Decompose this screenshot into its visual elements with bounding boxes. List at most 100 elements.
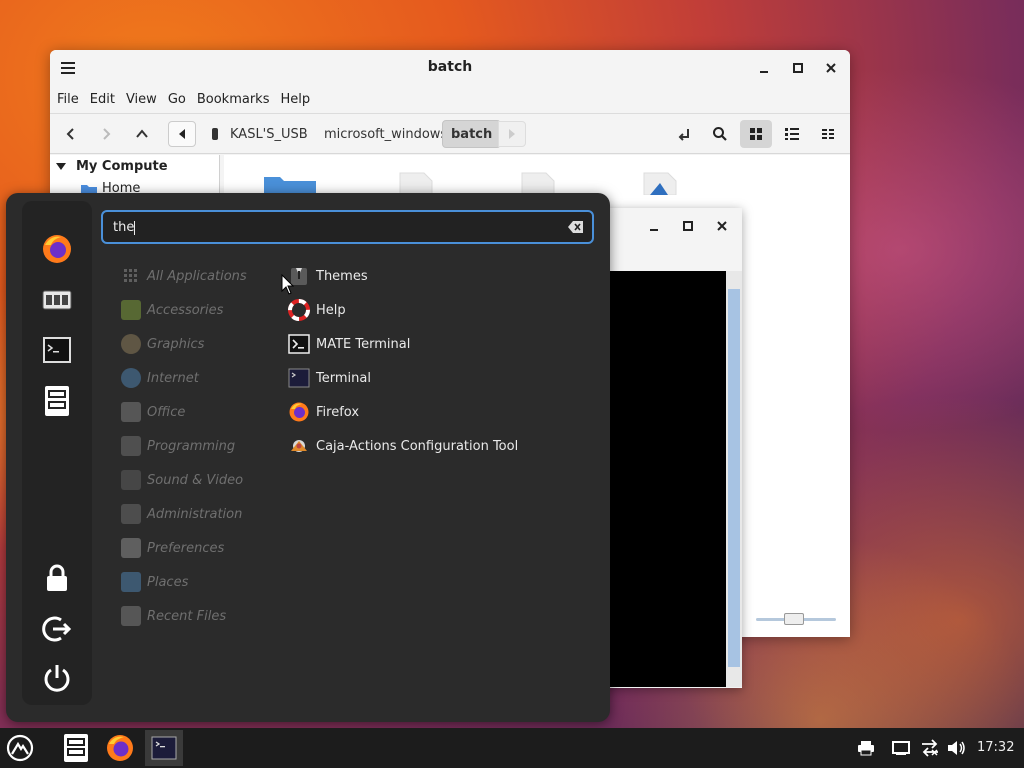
multimedia-icon (121, 470, 141, 490)
category-places[interactable]: Places (121, 570, 188, 594)
location-toggle-icon[interactable] (668, 120, 700, 148)
minimize-icon[interactable] (752, 56, 776, 80)
shutdown-button[interactable] (39, 660, 75, 696)
terminal-screen[interactable] (590, 271, 726, 687)
sidebar-section-computer[interactable]: My Compute (56, 159, 168, 174)
search-input[interactable]: the (101, 210, 594, 244)
favorite-control-center[interactable] (39, 282, 75, 318)
search-value: the (113, 220, 135, 235)
path-usb[interactable]: KASL'S_USB (210, 120, 308, 148)
list-view-icon[interactable] (776, 120, 808, 148)
path-microsoft-windows[interactable]: microsoft_windows (324, 120, 447, 148)
menu-button[interactable] (1, 730, 39, 766)
caja-actions-icon (288, 435, 310, 457)
menu-go[interactable]: Go (168, 92, 186, 107)
tools-icon (121, 504, 141, 524)
category-programming[interactable]: Programming (121, 434, 235, 458)
usb-drive-icon (212, 128, 218, 140)
close-icon[interactable] (819, 56, 843, 80)
display-status[interactable] (890, 738, 912, 758)
clock[interactable]: 17:32 (977, 740, 1014, 755)
category-administration[interactable]: Administration (121, 502, 242, 526)
taskbar-file-manager[interactable] (57, 730, 95, 766)
file-icon[interactable] (516, 171, 560, 195)
volume-control[interactable] (946, 738, 968, 758)
category-preferences[interactable]: Preferences (121, 536, 224, 560)
favorite-firefox[interactable] (39, 231, 75, 267)
file-manager-icon (64, 734, 88, 762)
terminal-scrollbar[interactable] (726, 271, 742, 687)
network-icon (922, 739, 938, 757)
result-mate-terminal[interactable]: MATE Terminal (288, 331, 410, 357)
menu-view[interactable]: View (126, 92, 157, 107)
category-label: Administration (147, 506, 243, 522)
printer-icon (858, 741, 874, 756)
favorite-terminal[interactable] (39, 332, 75, 368)
volume-icon (948, 741, 965, 755)
terminal-maximize-icon[interactable] (676, 214, 700, 238)
taskbar-terminal[interactable] (145, 730, 183, 766)
terminal-icon (43, 337, 71, 363)
icon-view-icon[interactable] (740, 120, 772, 148)
path-batch[interactable]: batch (442, 120, 502, 148)
forward-icon[interactable] (92, 121, 120, 147)
taskbar-firefox[interactable] (101, 730, 139, 766)
favorite-file-manager[interactable] (39, 383, 75, 419)
menu-edit[interactable]: Edit (90, 92, 115, 107)
up-icon[interactable] (128, 121, 156, 147)
zoom-slider-handle[interactable] (784, 613, 804, 625)
text-cursor (134, 220, 136, 235)
file-icon[interactable] (638, 171, 682, 195)
menu-file[interactable]: File (57, 92, 79, 107)
category-office[interactable]: Office (121, 400, 185, 424)
application-menu: the All Applications Accessories Graphic… (6, 193, 610, 722)
firefox-icon (288, 401, 310, 423)
result-label: Terminal (316, 370, 371, 386)
maximize-icon[interactable] (786, 56, 810, 80)
logout-icon (42, 616, 72, 642)
category-all-applications[interactable]: All Applications (121, 264, 247, 288)
favorites-bar (22, 201, 92, 705)
result-help[interactable]: Help (288, 297, 346, 323)
logout-button[interactable] (39, 611, 75, 647)
graphics-icon (121, 334, 141, 354)
result-caja-actions[interactable]: Caja-Actions Configuration Tool (288, 433, 518, 459)
category-label: Internet (147, 370, 199, 386)
clear-search-icon[interactable] (568, 220, 584, 234)
path-batch-label: batch (451, 126, 493, 142)
terminal-minimize-icon[interactable] (642, 214, 666, 238)
menu-bookmarks[interactable]: Bookmarks (197, 92, 270, 107)
lock-screen-button[interactable] (39, 560, 75, 596)
path-usb-label: KASL'S_USB (230, 126, 308, 142)
category-internet[interactable]: Internet (121, 366, 199, 390)
terminal-close-icon[interactable] (710, 214, 734, 238)
mouse-pointer-icon (281, 274, 295, 295)
file-icon[interactable] (394, 171, 438, 195)
back-icon[interactable] (57, 121, 85, 147)
compact-view-icon[interactable] (812, 120, 844, 148)
programming-icon (121, 436, 141, 456)
result-label: MATE Terminal (316, 336, 411, 352)
terminal-scrollbar-thumb[interactable] (728, 289, 740, 667)
category-sound-video[interactable]: Sound & Video (121, 468, 243, 492)
taskbar: 17:32 (0, 728, 1024, 768)
search-icon[interactable] (704, 120, 736, 148)
recent-files-icon (121, 606, 141, 626)
path-left-arrow-icon[interactable] (168, 121, 196, 147)
result-firefox[interactable]: Firefox (288, 399, 359, 425)
window-title: batch (427, 59, 473, 75)
lifebuoy-icon (288, 299, 310, 321)
category-accessories[interactable]: Accessories (121, 298, 223, 322)
menu-icon (6, 734, 34, 762)
result-terminal[interactable]: Terminal (288, 365, 371, 391)
category-label: Office (147, 404, 186, 420)
menu-help[interactable]: Help (280, 92, 310, 107)
folder-icon[interactable] (262, 173, 318, 195)
printer-status[interactable] (855, 738, 877, 758)
sidebar-section-label: My Compute (76, 159, 168, 174)
path-right-arrow-icon[interactable] (498, 121, 526, 147)
category-graphics[interactable]: Graphics (121, 332, 204, 356)
result-themes[interactable]: Themes (288, 263, 368, 289)
category-recent-files[interactable]: Recent Files (121, 604, 226, 628)
network-status[interactable] (919, 738, 941, 758)
